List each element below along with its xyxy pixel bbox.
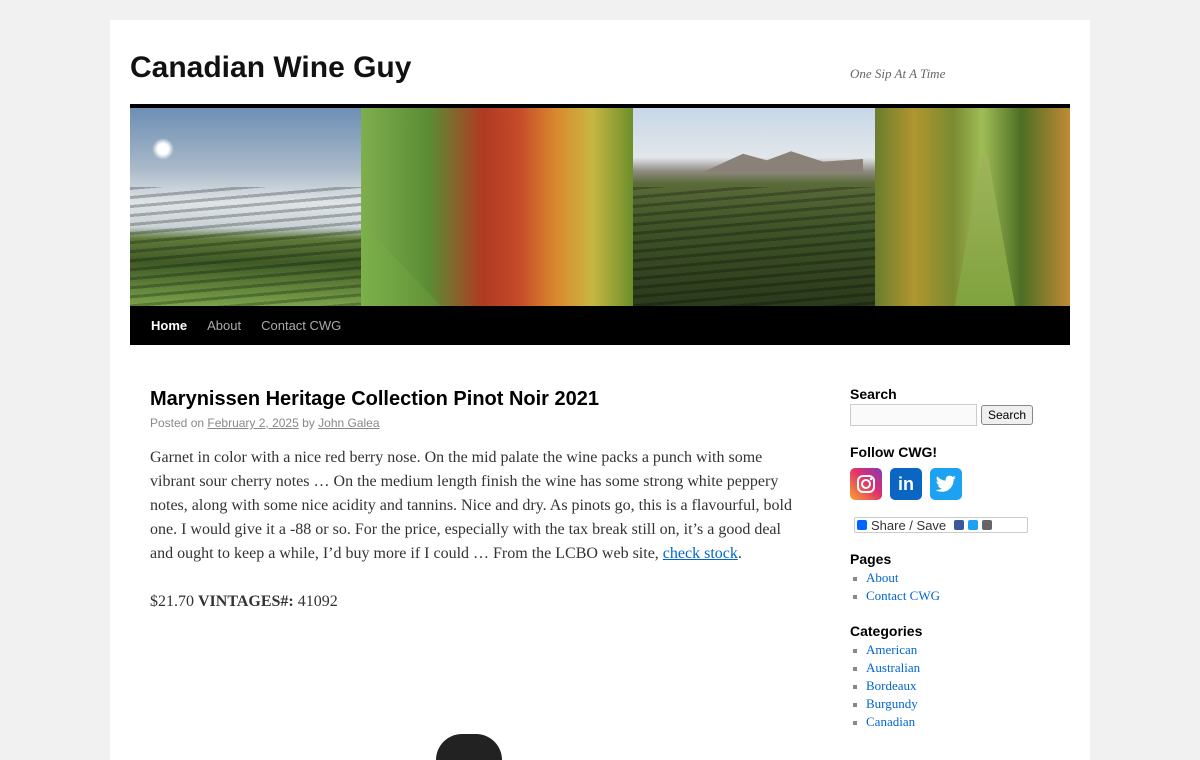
post-meta: Posted on February 2, 2025 by John Galea	[150, 416, 800, 430]
vine-rows	[130, 187, 361, 306]
post-body-paragraph: Garnet in color with a nice red berry no…	[150, 446, 800, 566]
list-item: Contact CWG	[850, 587, 1070, 605]
share-save-button[interactable]: Share / Save	[854, 517, 1028, 533]
page-link-contact[interactable]: Contact CWG	[866, 588, 940, 603]
facebook-icon	[954, 520, 965, 530]
price-value: $21.70	[150, 593, 194, 610]
vintages-label: VINTAGES#:	[198, 593, 294, 610]
banner-vineyard-sky	[130, 108, 361, 306]
follow-widget: Follow CWG! in Share / Save	[850, 444, 1070, 533]
main-navigation: Home About Contact CWG	[130, 306, 1070, 345]
nav-item-about[interactable]: About	[197, 306, 251, 345]
page-link-about[interactable]: About	[866, 570, 899, 585]
follow-widget-title: Follow CWG!	[850, 444, 938, 460]
sun-glare	[152, 138, 174, 160]
post-author-link[interactable]: John Galea	[318, 416, 379, 430]
list-item: Bordeaux	[850, 677, 1070, 695]
distant-hills	[703, 151, 863, 172]
share-arrow-icon	[982, 520, 993, 530]
banner-valley-vineyard	[633, 108, 875, 306]
list-item: Burgundy	[850, 695, 1070, 713]
wine-bottle-image	[436, 734, 502, 760]
list-item: American	[850, 641, 1070, 659]
post-content: Garnet in color with a nice red berry no…	[150, 446, 800, 614]
share-save-label: Share / Save	[871, 517, 947, 533]
vintages-number: 41092	[297, 593, 338, 610]
nav-item-home[interactable]: Home	[141, 306, 197, 345]
vine-rows	[633, 187, 875, 306]
search-widget: Search Search	[850, 386, 1070, 426]
post-title[interactable]: Marynissen Heritage Collection Pinot Noi…	[150, 386, 800, 412]
meta-posted-label: Posted on	[150, 416, 205, 430]
pages-widget-title: Pages	[850, 551, 892, 567]
category-link-bordeaux[interactable]: Bordeaux	[866, 678, 917, 693]
search-button[interactable]: Search	[981, 405, 1034, 425]
search-input[interactable]	[850, 404, 977, 426]
post-article: Marynissen Heritage Collection Pinot Noi…	[150, 386, 800, 638]
grass-path	[361, 222, 441, 306]
grass-lane	[955, 156, 1015, 306]
page: Canadian Wine Guy One Sip At A Time Home…	[110, 20, 1090, 760]
site-title[interactable]: Canadian Wine Guy	[130, 50, 411, 86]
categories-widget-title: Categories	[850, 623, 923, 639]
sidebar: Search Search Follow CWG! in Share / Sav…	[850, 386, 1070, 731]
nav-item-contact[interactable]: Contact CWG	[251, 306, 351, 345]
category-link-australian[interactable]: Australian	[866, 660, 920, 675]
list-item: Australian	[850, 659, 1070, 677]
list-item: Canadian	[850, 713, 1070, 731]
post-date-link[interactable]: February 2, 2025	[207, 416, 298, 430]
search-widget-title: Search	[850, 386, 897, 402]
post-body-end: .	[737, 545, 742, 562]
category-link-canadian[interactable]: Canadian	[866, 714, 915, 729]
twitter-small-icon	[968, 520, 979, 530]
price-line: $21.70 VINTAGES#: 41092	[150, 590, 800, 614]
list-item: About	[850, 569, 1070, 587]
pages-widget: Pages About Contact CWG	[850, 551, 1070, 605]
check-stock-link[interactable]: check stock	[663, 545, 738, 562]
twitter-icon[interactable]	[930, 468, 962, 500]
category-link-american[interactable]: American	[866, 642, 917, 657]
header-banner-image	[130, 108, 1070, 306]
addtoany-icon	[857, 520, 867, 530]
instagram-icon[interactable]	[850, 468, 882, 500]
category-link-burgundy[interactable]: Burgundy	[866, 696, 918, 711]
banner-vine-lane	[875, 108, 1070, 306]
categories-widget: Categories American Australian Bordeaux …	[850, 623, 1070, 731]
linkedin-icon[interactable]: in	[890, 468, 922, 500]
banner-autumn-vines	[361, 108, 633, 306]
site-description: One Sip At A Time	[850, 66, 946, 81]
meta-by-label: by	[302, 416, 315, 430]
